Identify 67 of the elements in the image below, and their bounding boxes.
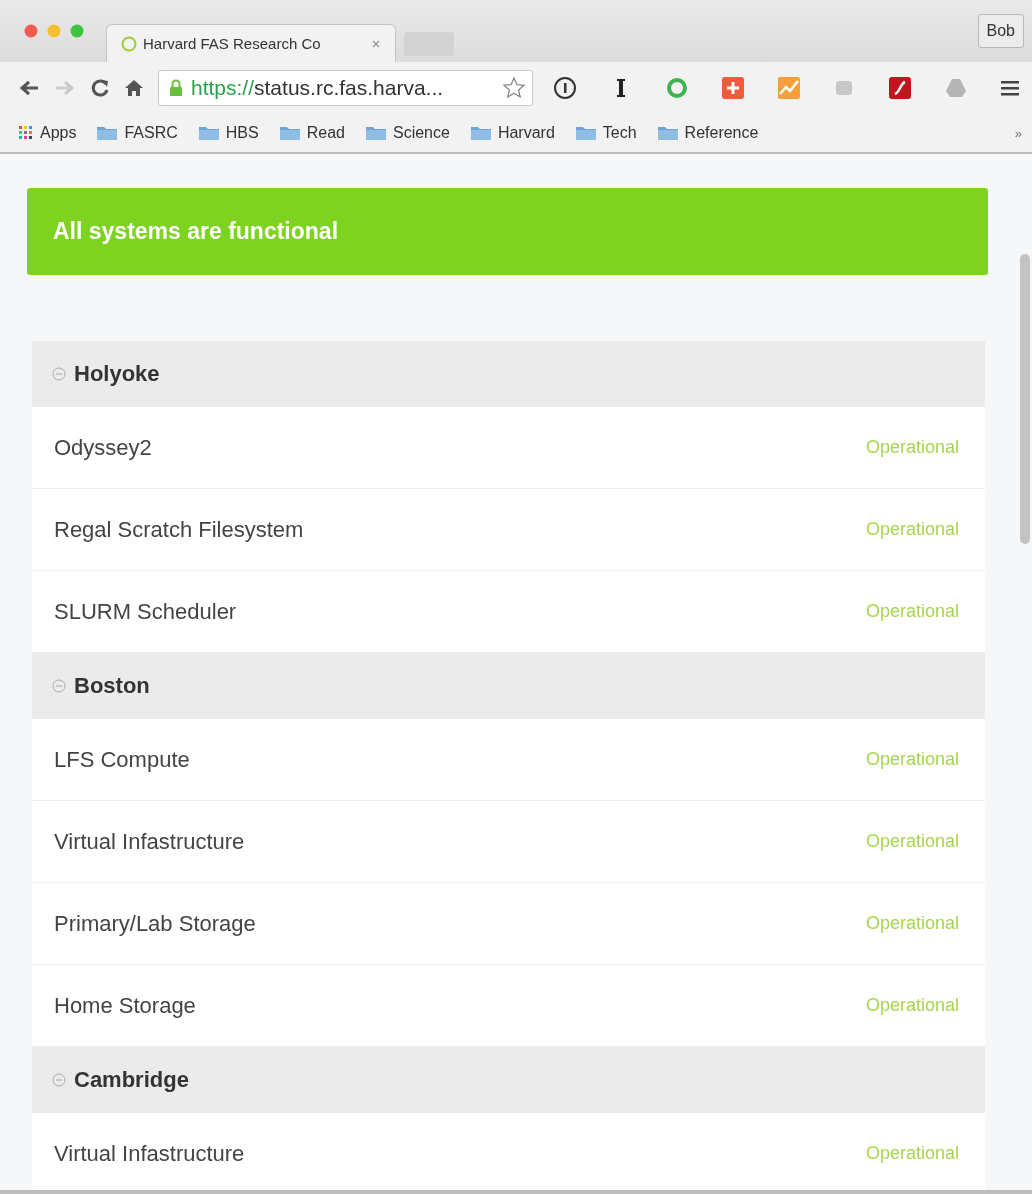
status-label: Operational	[865, 749, 959, 770]
status-label: Operational	[865, 437, 959, 458]
star-icon[interactable]	[502, 76, 526, 100]
group-name: Holyoke	[74, 361, 160, 387]
apps-bookmark[interactable]: Apps	[18, 124, 77, 142]
status-label: Operational	[865, 1143, 959, 1164]
group-name: Cambridge	[74, 1067, 189, 1093]
bookmark-folder[interactable]: Reference	[656, 124, 759, 142]
address-bar[interactable]: https://status.rc.fas.harva...	[158, 70, 533, 106]
folder-icon	[197, 125, 220, 141]
favicon-icon	[121, 35, 137, 52]
close-icon[interactable]	[371, 38, 381, 49]
status-label: Operational	[865, 913, 959, 934]
forward-icon[interactable]	[54, 79, 76, 97]
group-name: Boston	[74, 673, 150, 699]
flash-icon[interactable]	[888, 76, 913, 100]
status-label: Operational	[865, 601, 959, 622]
ring-icon[interactable]	[664, 76, 689, 100]
back-icon[interactable]	[18, 79, 40, 97]
component-name: Primary/Lab Storage	[54, 910, 256, 937]
menu-icon[interactable]	[1000, 79, 1020, 97]
browser-tab[interactable]: Harvard FAS Research Co	[106, 24, 396, 62]
close-window-icon[interactable]	[24, 24, 38, 38]
drive-icon[interactable]	[944, 76, 969, 100]
folder-icon	[364, 125, 387, 141]
group-header[interactable]: Boston	[32, 653, 985, 719]
component-name: Regal Scratch Filesystem	[54, 516, 304, 543]
status-label: Operational	[865, 995, 959, 1016]
status-banner: All systems are functional	[27, 188, 988, 275]
collapse-icon[interactable]	[52, 679, 66, 693]
folder-icon	[574, 125, 597, 141]
url-text: https://status.rc.fas.harva...	[191, 76, 445, 100]
home-icon[interactable]	[124, 78, 144, 98]
profile-button[interactable]: Bob	[977, 14, 1024, 48]
bookmark-folder[interactable]: HBS	[197, 124, 259, 142]
status-label: Operational	[865, 519, 959, 540]
tab-title: Harvard FAS Research Co	[143, 35, 322, 52]
collapse-icon[interactable]	[52, 1073, 66, 1087]
scrollbar-thumb[interactable]	[1020, 254, 1030, 544]
chart-icon[interactable]	[776, 76, 801, 100]
component-name: Virtual Infastructure	[54, 1140, 245, 1167]
apps-grid-icon	[18, 125, 34, 141]
component-name: LFS Compute	[54, 746, 190, 773]
component-name: Virtual Infastructure	[54, 828, 245, 855]
collapse-icon[interactable]	[52, 367, 66, 381]
bookmark-folder[interactable]: Harvard	[469, 124, 555, 142]
bookmark-folder[interactable]: Tech	[574, 124, 637, 142]
maximize-window-icon[interactable]	[70, 24, 84, 38]
folder-icon	[656, 125, 679, 141]
component-name: Home Storage	[54, 992, 196, 1019]
more-bookmarks-button[interactable]: »	[1014, 125, 1022, 141]
group-header[interactable]: Holyoke	[32, 341, 985, 407]
bookmark-folder[interactable]: FASRC	[96, 124, 178, 142]
component-name: SLURM Scheduler	[54, 598, 237, 625]
folder-icon	[469, 125, 492, 141]
minimize-window-icon[interactable]	[47, 24, 61, 38]
status-label: Operational	[865, 831, 959, 852]
lock-icon	[169, 79, 183, 97]
bookmark-folder[interactable]: Science	[364, 124, 450, 142]
component-name: Odyssey2	[54, 434, 152, 461]
info-icon[interactable]	[553, 76, 577, 100]
group-header[interactable]: Cambridge	[32, 1047, 985, 1113]
reload-icon[interactable]	[90, 78, 110, 98]
bookmark-folder[interactable]: Read	[278, 124, 345, 142]
folder-icon	[96, 125, 119, 141]
plus-icon[interactable]	[720, 76, 745, 100]
folder-icon	[278, 125, 301, 141]
